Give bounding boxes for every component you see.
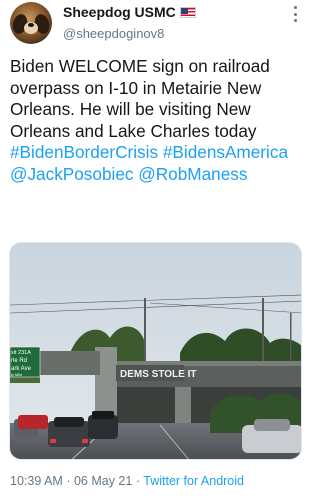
meta-separator: ·	[66, 474, 71, 488]
tweet-meta: 10:39 AM · 06 May 21 · Twitter for Andro…	[10, 474, 244, 488]
tweet-source-link[interactable]: Twitter for Android	[143, 474, 244, 488]
highway-sign-line: rle Rd	[11, 358, 27, 364]
author-display-name[interactable]: Sheepdog USMC	[63, 4, 176, 20]
avatar[interactable]	[10, 2, 52, 44]
author-handle[interactable]: @sheepdoginov8	[63, 26, 164, 41]
hashtag-link[interactable]: #BidensAmerica	[163, 142, 288, 162]
hashtag-link[interactable]: #BidenBorderCrisis	[10, 142, 158, 162]
highway-sign-line: xit 231A	[11, 350, 31, 356]
tweet-header: Sheepdog USMC @sheepdoginov8	[0, 0, 312, 52]
highway-sign-line: ly Mile	[11, 372, 23, 377]
overpass-sign-text: DEMS STOLE IT	[120, 369, 197, 380]
tweet-photo[interactable]: DEMS STOLE IT xit 231A rle Rd ark Ave ly…	[9, 242, 302, 460]
meta-separator: ·	[135, 474, 140, 488]
tweet-text: Biden WELCOME sign on railroad overpass …	[10, 56, 306, 185]
tweet-date: 06 May 21	[73, 474, 133, 488]
more-options-icon[interactable]	[292, 6, 298, 22]
avatar-dog-nose	[28, 23, 34, 27]
tweet-time: 10:39 AM	[10, 474, 63, 488]
tweet-body-text: Biden WELCOME sign on railroad overpass …	[10, 56, 270, 141]
us-flag-icon	[179, 6, 196, 18]
mention-link[interactable]: @JackPosobiec	[10, 164, 134, 184]
mention-link[interactable]: @RobManess	[138, 164, 247, 184]
author-name-row[interactable]: Sheepdog USMC	[63, 4, 196, 20]
